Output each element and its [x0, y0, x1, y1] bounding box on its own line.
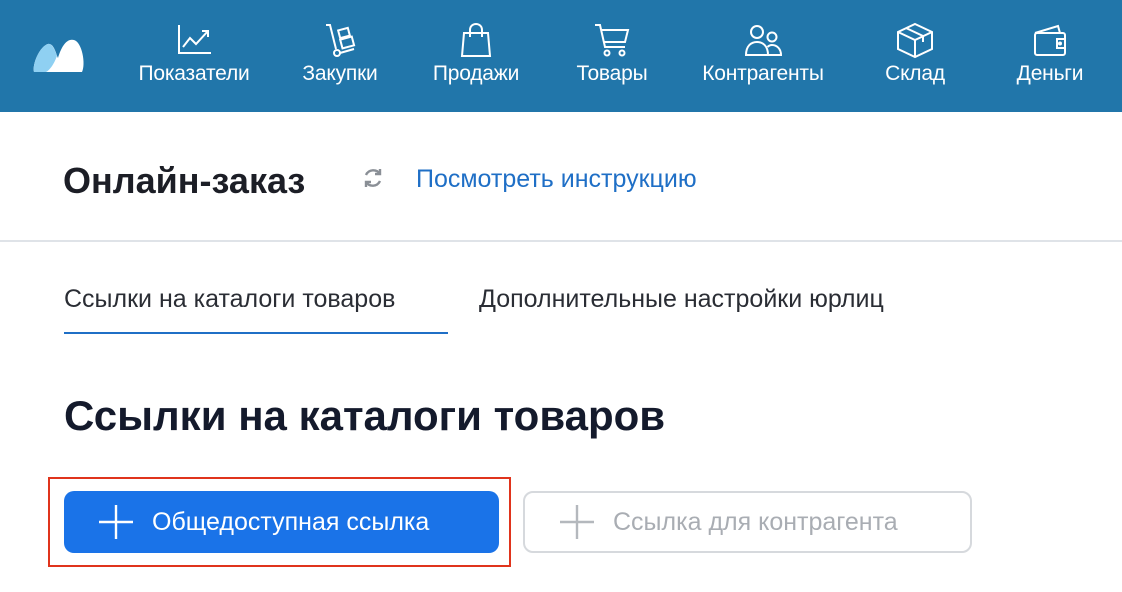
nav-item-indicators[interactable]: Показатели: [132, 0, 256, 112]
nav-item-money[interactable]: Деньги: [1013, 0, 1087, 112]
cart-icon: [590, 20, 634, 60]
counterparty-link-label: Ссылка для контрагента: [613, 507, 898, 536]
public-link-button[interactable]: Общедоступная ссылка: [64, 491, 499, 553]
nav-label: Склад: [885, 62, 945, 85]
nav-label: Товары: [576, 62, 648, 85]
section-title: Ссылки на каталоги товаров: [64, 392, 666, 439]
nav-item-products[interactable]: Товары: [572, 0, 652, 112]
page-header: Онлайн-заказ Посмотреть инструкцию: [0, 112, 1122, 242]
app-logo[interactable]: [30, 34, 86, 74]
plus-icon: [99, 505, 133, 539]
plus-icon: [560, 505, 594, 539]
nav-item-counterparties[interactable]: Контрагенты: [696, 0, 830, 112]
wallet-icon: [1028, 20, 1072, 60]
nav-label: Показатели: [138, 62, 250, 85]
shopping-bag-icon: [454, 20, 498, 60]
public-link-label: Общедоступная ссылка: [152, 507, 430, 536]
people-icon: [741, 20, 785, 60]
nav-label: Деньги: [1016, 62, 1084, 85]
nav-item-purchases[interactable]: Закупки: [296, 0, 384, 112]
nav-label: Продажи: [432, 62, 520, 85]
hand-truck-icon: [318, 20, 362, 60]
box-icon: [893, 20, 937, 60]
nav-item-warehouse[interactable]: Склад: [882, 0, 948, 112]
view-instruction-link[interactable]: Посмотреть инструкцию: [416, 165, 697, 194]
nav-label: Закупки: [302, 62, 378, 85]
nav-item-sales[interactable]: Продажи: [428, 0, 524, 112]
refresh-icon[interactable]: [361, 166, 385, 190]
top-navigation-bar: Показатели Закупки Продажи Товары Контра…: [0, 0, 1122, 112]
counterparty-link-button[interactable]: Ссылка для контрагента: [523, 491, 972, 553]
nav-label: Контрагенты: [702, 62, 824, 85]
tab-legal-entity-settings[interactable]: Дополнительные настройки юрлиц: [479, 285, 884, 332]
tab-catalog-links[interactable]: Ссылки на каталоги товаров: [64, 285, 448, 334]
chart-icon: [172, 20, 216, 60]
page-title: Онлайн-заказ: [63, 160, 306, 201]
